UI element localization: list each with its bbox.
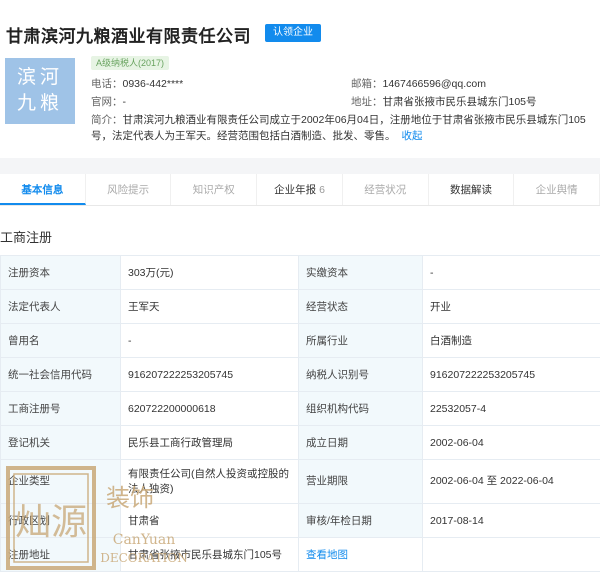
field-label: 营业期限 [298,459,423,504]
phone-row: 电话：0936-442**** [91,76,183,91]
field-value: 民乐县工商行政管理局 [120,425,299,460]
tax-rating-badge: A级纳税人(2017) [91,56,170,70]
view-map-link[interactable]: 查看地图 [298,537,423,572]
logo-line-1: 滨河 [16,66,63,88]
field-label: 审核/年检日期 [298,503,423,538]
logo-line-2: 九粮 [16,92,63,114]
view-map-link-text[interactable]: 查看地图 [306,549,348,561]
field-label: 行政区划 [0,503,121,538]
registration-table: 注册资本 303万(元) 实缴资本 - 法定代表人 王军天 经营状态 开业 曾用… [0,255,600,572]
phone-value: 0936-442**** [122,78,184,90]
address-label: 地址： [351,96,383,108]
tab-label: 经营状况 [364,184,407,196]
collapse-link[interactable]: 收起 [402,130,423,142]
tab-label: 知识产权 [192,184,235,196]
tab-operation-status[interactable]: 经营状况 [343,174,429,205]
company-logo: 滨河 九粮 [5,58,75,124]
field-value [422,537,600,572]
field-value: 2017-08-14 [422,503,600,538]
address-row: 地址：甘肃省张掖市民乐县城东门105号 [351,94,537,109]
field-label: 统一社会信用代码 [0,357,121,392]
tab-risk-alert[interactable]: 风险提示 [86,174,172,205]
website-label: 官网： [91,96,123,108]
field-value: 有限责任公司(自然人投资或控股的法人独资) [120,459,299,504]
table-row: 注册地址 甘肃省张掖市民乐县城东门105号 查看地图 [0,537,600,572]
field-label: 经营状态 [298,289,423,324]
section-title: 工商注册 [0,230,53,245]
tab-data-analysis[interactable]: 数据解读 [429,174,515,205]
table-row: 注册资本 303万(元) 实缴资本 - [0,255,600,290]
tab-public-opinion[interactable]: 企业舆情 [514,174,600,205]
field-value: 620722200000618 [120,391,299,426]
intro-label: 简介： [91,114,123,126]
tab-basic-info[interactable]: 基本信息 [0,174,86,205]
field-value[interactable]: 王军天 [120,289,299,324]
website-value: - [122,96,127,108]
field-label: 所属行业 [298,323,423,358]
address-value: 甘肃省张掖市民乐县城东门105号 [382,96,537,108]
table-row: 工商注册号 620722200000618 组织机构代码 22532057-4 [0,391,600,426]
tab-label: 风险提示 [107,184,150,196]
field-value: 916207222253205745 [120,357,299,392]
field-label: 纳税人识别号 [298,357,423,392]
field-label: 曾用名 [0,323,121,358]
field-label: 法定代表人 [0,289,121,324]
field-value: 开业 [422,289,600,324]
website-row: 官网：- [91,94,126,109]
field-label: 登记机关 [0,425,121,460]
field-value: 22532057-4 [422,391,600,426]
tab-label: 企业年报 [274,184,317,196]
field-value: 甘肃省张掖市民乐县城东门105号 [120,537,299,572]
field-label: 企业类型 [0,459,121,504]
tab-annual-report[interactable]: 企业年报 6 [257,174,343,205]
tab-label: 基本信息 [21,184,64,196]
field-value: 303万(元) [120,255,299,290]
email-label: 邮箱： [351,78,383,90]
field-label: 注册资本 [0,255,121,290]
field-label: 实缴资本 [298,255,423,290]
tab-label: 企业舆情 [535,184,578,196]
email-row: 邮箱：1467466596@qq.com [351,76,486,91]
field-value: 甘肃省 [120,503,299,538]
table-row: 统一社会信用代码 916207222253205745 纳税人识别号 91620… [0,357,600,392]
tab-intellectual-property[interactable]: 知识产权 [171,174,258,205]
table-row: 登记机关 民乐县工商行政管理局 成立日期 2002-06-04 [0,425,600,460]
field-value: - [120,323,299,358]
tab-bar: 基本信息 风险提示 知识产权 企业年报 6 经营状况 数据解读 企业舆情 [0,174,600,206]
field-value: 2002-06-04 [422,425,600,460]
claim-company-button[interactable]: 认领企业 [265,24,321,42]
company-intro: 简介：甘肃滨河九粮酒业有限责任公司成立于2002年06月04日，注册地位于甘肃省… [91,112,600,144]
intro-text: 甘肃滨河九粮酒业有限责任公司成立于2002年06月04日，注册地位于甘肃省张掖市… [91,114,586,142]
field-label: 注册地址 [0,537,121,572]
field-label: 成立日期 [298,425,423,460]
tab-label: 数据解读 [449,184,492,196]
phone-label: 电话： [91,78,123,90]
table-row: 行政区划 甘肃省 审核/年检日期 2017-08-14 [0,503,600,538]
field-value: 2002-06-04 至 2022-06-04 [422,459,600,504]
company-header: 甘肃滨河九粮酒业有限责任公司 认领企业 滨河 九粮 A级纳税人(2017) 电话… [0,0,600,158]
email-value[interactable]: 1467466596@qq.com [383,78,487,90]
tab-count: 6 [319,184,325,196]
field-value: - [422,255,600,290]
table-row: 法定代表人 王军天 经营状态 开业 [0,289,600,324]
table-row: 曾用名 - 所属行业 白酒制造 [0,323,600,358]
table-row: 企业类型 有限责任公司(自然人投资或控股的法人独资) 营业期限 2002-06-… [0,459,600,504]
field-value: 916207222253205745 [422,357,600,392]
field-label: 组织机构代码 [298,391,423,426]
field-label: 工商注册号 [0,391,121,426]
company-name: 甘肃滨河九粮酒业有限责任公司 [6,27,251,46]
field-value: 白酒制造 [422,323,600,358]
section-separator [0,158,600,174]
